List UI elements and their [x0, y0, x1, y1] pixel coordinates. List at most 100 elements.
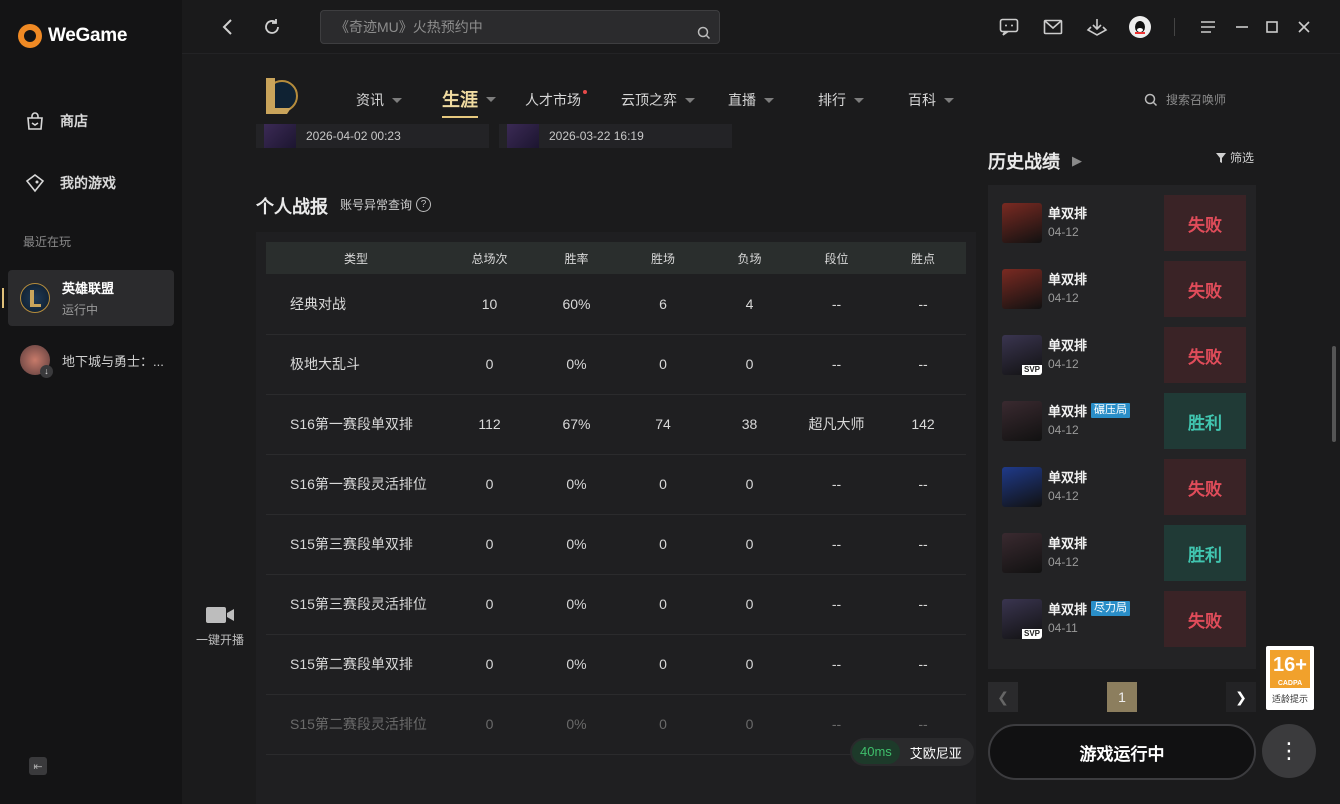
chat-icon[interactable]	[997, 15, 1021, 39]
stat-value-cell: --	[880, 454, 966, 515]
column-header: 总场次	[446, 242, 533, 274]
champion-avatar	[1002, 203, 1042, 243]
stat-value-cell: 0	[620, 514, 706, 575]
stat-value-cell: 0%	[533, 574, 620, 635]
match-mode: 单双排	[1048, 533, 1087, 552]
help-icon[interactable]: ?	[416, 197, 432, 212]
chevron-down-icon	[944, 97, 954, 103]
sidebar-item-my-games[interactable]: 我的游戏	[24, 172, 116, 194]
sidebar-item-label: 我的游戏	[60, 175, 116, 191]
summoner-search-input[interactable]: 搜索召唤师	[1144, 91, 1226, 108]
collapse-sidebar-icon[interactable]: ⇤	[29, 757, 47, 775]
tab-label: 云顶之弈	[621, 92, 677, 108]
stat-value-cell: 0	[706, 514, 793, 575]
match-history-item[interactable]: 单双排 碾压局 04-12 胜利	[988, 383, 1256, 449]
stat-value-cell: --	[793, 454, 880, 515]
filter-button[interactable]: 筛选	[1216, 149, 1254, 166]
column-header: 段位	[793, 242, 880, 274]
stat-type-cell: 经典对战	[266, 274, 446, 335]
match-date: 04-12	[1048, 291, 1079, 305]
tab-news[interactable]: 资讯	[356, 90, 402, 110]
page-scrollbar[interactable]	[1332, 346, 1336, 442]
minimize-icon[interactable]	[1230, 15, 1254, 39]
match-mode-label: 单双排	[1048, 602, 1088, 617]
next-page-button[interactable]: ❯	[1226, 682, 1256, 712]
match-mode: 单双排	[1048, 269, 1087, 288]
match-history-item[interactable]: 单双排 04-12 失败	[988, 185, 1256, 251]
match-date: 04-11	[1048, 621, 1078, 635]
server-ping-indicator[interactable]: 40ms 艾欧尼亚	[850, 738, 974, 766]
match-history-item[interactable]: 单双排 04-12 失败	[988, 449, 1256, 515]
match-history-item[interactable]: SVP 单双排 04-12 失败	[988, 317, 1256, 383]
sidebar-item-store[interactable]: 商店	[24, 110, 88, 132]
stat-value-cell: 0	[620, 574, 706, 635]
tab-career[interactable]: 生涯	[442, 86, 496, 118]
column-header: 胜点	[880, 242, 966, 274]
stat-value-cell: --	[793, 274, 880, 335]
stat-value-cell: 0	[706, 574, 793, 635]
stat-value-cell: 0%	[533, 334, 620, 395]
match-date: 04-12	[1048, 423, 1079, 437]
match-mode-label: 单双排	[1048, 272, 1088, 287]
search-icon[interactable]	[697, 19, 711, 51]
recent-video-thumb[interactable]: 2026-03-22 16:19	[499, 124, 732, 148]
stat-value-cell: 112	[446, 394, 533, 455]
topbar-divider	[1174, 18, 1175, 36]
tab-talent-market[interactable]: 人才市场	[525, 90, 587, 110]
recent-game-dnf[interactable]: ↓ 地下城与勇士：...	[8, 332, 174, 388]
stats-table: 类型 总场次 胜率 胜场 负场 段位 胜点 经典对战 10 60% 6 4 -- -- 极地大…	[266, 242, 966, 755]
stat-value-cell: 超凡大师	[793, 394, 880, 455]
match-tag-badge: 碾压局	[1091, 403, 1131, 418]
game-running-button[interactable]: 游戏运行中	[988, 724, 1256, 780]
stat-type-cell: S16第一赛段灵活排位	[266, 454, 446, 515]
match-result: 失败	[1164, 195, 1246, 251]
tab-live[interactable]: 直播	[728, 90, 774, 110]
match-mode-label: 单双排	[1048, 338, 1088, 353]
stat-value-cell: --	[880, 574, 966, 635]
mail-icon[interactable]	[1041, 15, 1065, 39]
back-icon[interactable]	[216, 15, 240, 39]
filter-icon	[1216, 152, 1226, 163]
lol-logo-icon[interactable]	[260, 74, 300, 118]
svp-badge: SVP	[1021, 365, 1042, 375]
match-history-item[interactable]: 单双排 04-12 胜利	[988, 515, 1256, 581]
table-row: S15第二赛段单双排 0 0% 0 0 -- --	[266, 634, 966, 695]
match-date: 04-12	[1048, 357, 1079, 371]
match-mode-label: 单双排	[1048, 536, 1088, 551]
one-click-broadcast-button[interactable]: 一键开播	[190, 604, 250, 648]
tab-ranking[interactable]: 排行	[818, 90, 864, 110]
wegame-logo[interactable]: WeGame	[18, 24, 127, 48]
match-history-item[interactable]: SVP 单双排 尽力局 04-11 失败	[988, 581, 1256, 647]
stat-type-cell: 极地大乱斗	[266, 334, 446, 395]
more-options-icon[interactable]: ⋮	[1262, 724, 1316, 778]
age-rating-text: 16+	[1273, 654, 1307, 676]
tab-label: 人才市场	[525, 92, 581, 108]
prev-page-button[interactable]: ❮	[988, 682, 1018, 712]
recent-game-lol[interactable]: 英雄联盟 运行中	[2, 270, 174, 326]
account-anomaly-link[interactable]: 账号异常查询 ?	[340, 196, 432, 213]
recent-video-thumb[interactable]: 2026-04-02 00:23	[256, 124, 489, 148]
close-icon[interactable]	[1292, 15, 1316, 39]
stat-value-cell: 0	[446, 514, 533, 575]
download-manager-icon[interactable]	[1085, 15, 1109, 39]
match-history-item[interactable]: 单双排 04-12 失败	[988, 251, 1256, 317]
tab-wiki[interactable]: 百科	[908, 90, 954, 110]
global-search-input[interactable]: 《奇迹MU》火热预约中	[320, 10, 720, 44]
qq-avatar-icon[interactable]	[1128, 15, 1152, 39]
chevron-down-icon	[392, 97, 402, 103]
match-mode: 单双排 碾压局	[1048, 401, 1131, 420]
stat-type-cell: S16第一赛段单双排	[266, 394, 446, 455]
column-header: 负场	[706, 242, 793, 274]
history-title[interactable]: 历史战绩 ▶	[988, 148, 1082, 174]
tab-label: 资讯	[356, 92, 384, 108]
refresh-icon[interactable]	[260, 15, 284, 39]
personal-stats-title: 个人战报	[256, 197, 328, 217]
table-row: S16第一赛段灵活排位 0 0% 0 0 -- --	[266, 454, 966, 515]
match-mode: 单双排	[1048, 467, 1087, 486]
page-number-button[interactable]: 1	[1107, 682, 1137, 712]
maximize-icon[interactable]	[1260, 15, 1284, 39]
server-name: 艾欧尼亚	[909, 745, 962, 761]
anomaly-link-label: 账号异常查询	[340, 198, 413, 212]
menu-icon[interactable]	[1196, 15, 1220, 39]
tab-tft[interactable]: 云顶之弈	[621, 90, 695, 110]
